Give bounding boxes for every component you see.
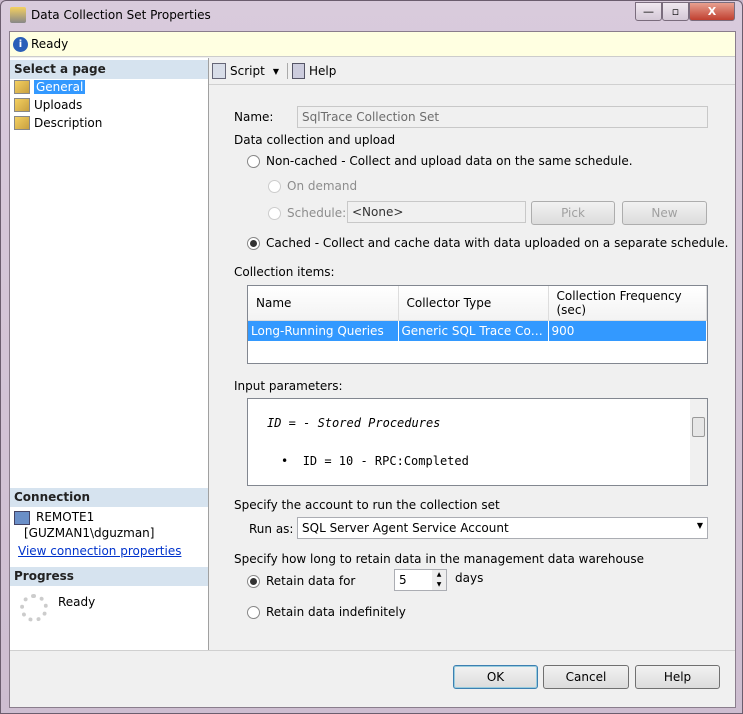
cell: Long-Running Queries — [248, 320, 399, 341]
cell: Generic SQL Trace Collec... — [398, 320, 549, 341]
retain-label: Specify how long to retain data in the m… — [234, 552, 645, 566]
script-icon — [212, 63, 226, 79]
page-label: Uploads — [34, 98, 83, 112]
spin-arrows-icon[interactable]: ▲ ▼ — [432, 570, 446, 590]
retain-indefinitely-radio[interactable]: Retain data indefinitely — [247, 605, 406, 619]
page-general[interactable]: General — [14, 78, 86, 96]
radio-label: Non-cached - Collect and upload data on … — [266, 154, 633, 168]
param-bullet: • ID = 10 - RPC:Completed — [281, 454, 469, 468]
noncached-radio[interactable]: Non-cached - Collect and upload data on … — [247, 154, 633, 168]
left-pane: Select a page General Uploads Descriptio… — [10, 58, 209, 650]
radio-label: Cached - Collect and cache data with dat… — [266, 236, 729, 250]
help-icon — [291, 63, 305, 79]
pick-button[interactable]: Pick — [531, 201, 615, 225]
runas-select[interactable]: SQL Server Agent Service Account ▼ — [297, 517, 708, 539]
schedule-radio[interactable]: Schedule: — [268, 206, 346, 220]
retain-for-radio[interactable]: Retain data for — [247, 574, 355, 588]
radio-label: Retain data indefinitely — [266, 605, 406, 619]
help-toolbar-button[interactable]: Help — [309, 64, 336, 78]
script-button[interactable]: Script — [230, 64, 265, 78]
dialog-client: i Ready Select a page General Uploads De… — [9, 31, 736, 708]
scrollbar[interactable] — [690, 399, 707, 485]
page-description[interactable]: Description — [14, 114, 102, 132]
minimize-button[interactable]: — — [635, 2, 662, 21]
window-title: Data Collection Set Properties — [31, 8, 211, 22]
name-label: Name: — [234, 110, 274, 124]
chevron-down-icon: ▼ — [696, 521, 703, 530]
collection-items-label: Collection items: — [234, 265, 335, 279]
page-icon — [14, 80, 30, 94]
maximize-button[interactable]: ▫ — [662, 2, 689, 21]
new-button[interactable]: New — [622, 201, 707, 225]
info-icon: i — [13, 37, 28, 52]
days-label: days — [455, 571, 484, 585]
progress-text: Ready — [58, 595, 96, 609]
runas-value: SQL Server Agent Service Account — [302, 521, 509, 535]
name-field[interactable]: SqlTrace Collection Set — [297, 106, 708, 128]
ok-button[interactable]: OK — [453, 665, 538, 689]
page-icon — [14, 98, 30, 112]
cell: 900 — [548, 320, 707, 341]
dialog-window: Data Collection Set Properties — ▫ X i R… — [0, 0, 743, 714]
page-icon — [14, 116, 30, 130]
table-row[interactable]: Long-Running Queries Generic SQL Trace Co… — [248, 320, 707, 341]
cached-radio[interactable]: Cached - Collect and cache data with dat… — [247, 236, 729, 250]
account-label: Specify the account to run the collectio… — [234, 498, 500, 512]
cancel-button[interactable]: Cancel — [543, 665, 629, 689]
toolbar: Script ▼ Help — [212, 63, 336, 79]
input-parameters-label: Input parameters: — [234, 379, 343, 393]
progress-header: Progress — [10, 567, 208, 586]
server-name: REMOTE1 — [36, 510, 95, 524]
retain-days-stepper[interactable]: 5 ▲ ▼ — [394, 569, 447, 591]
close-button[interactable]: X — [689, 2, 735, 21]
app-icon — [10, 7, 26, 23]
radio-label: Schedule: — [287, 206, 347, 220]
input-parameters-box[interactable]: ID = - Stored Procedures • ID = 10 - RPC… — [247, 398, 708, 486]
view-connection-link[interactable]: View connection properties — [18, 544, 181, 558]
page-uploads[interactable]: Uploads — [14, 96, 82, 114]
runas-label: Run as: — [249, 522, 294, 536]
param-line: ID = 10 - RPC:Completed — [302, 454, 469, 468]
scroll-thumb[interactable] — [692, 417, 705, 437]
help-button[interactable]: Help — [635, 665, 720, 689]
collection-group-label: Data collection and upload — [234, 133, 396, 147]
column-header[interactable]: Collector Type — [398, 286, 549, 321]
page-label: General — [34, 80, 86, 94]
retain-days-value: 5 — [399, 573, 407, 587]
status-text: Ready — [31, 37, 69, 51]
page-label: Description — [34, 116, 103, 130]
progress-spinner-icon — [20, 594, 48, 622]
status-bar: i Ready — [10, 32, 735, 57]
param-line: ID = - Stored Procedures — [267, 416, 441, 430]
server-icon — [14, 511, 30, 525]
connection-header: Connection — [10, 488, 208, 507]
connection-user: [GUZMAN1\dguzman] — [24, 526, 155, 540]
column-header[interactable]: Collection Frequency (sec) — [548, 286, 707, 321]
schedule-field[interactable]: <None> — [347, 201, 526, 223]
column-header[interactable]: Name — [248, 286, 399, 321]
radio-label: Retain data for — [266, 574, 356, 588]
select-page-header: Select a page — [10, 60, 208, 79]
collection-items-grid: Name Collector Type Collection Frequency (… — [247, 285, 708, 364]
radio-label: On demand — [287, 179, 358, 193]
on-demand-radio[interactable]: On demand — [268, 179, 357, 193]
dropdown-arrow-icon[interactable]: ▼ — [273, 67, 279, 76]
